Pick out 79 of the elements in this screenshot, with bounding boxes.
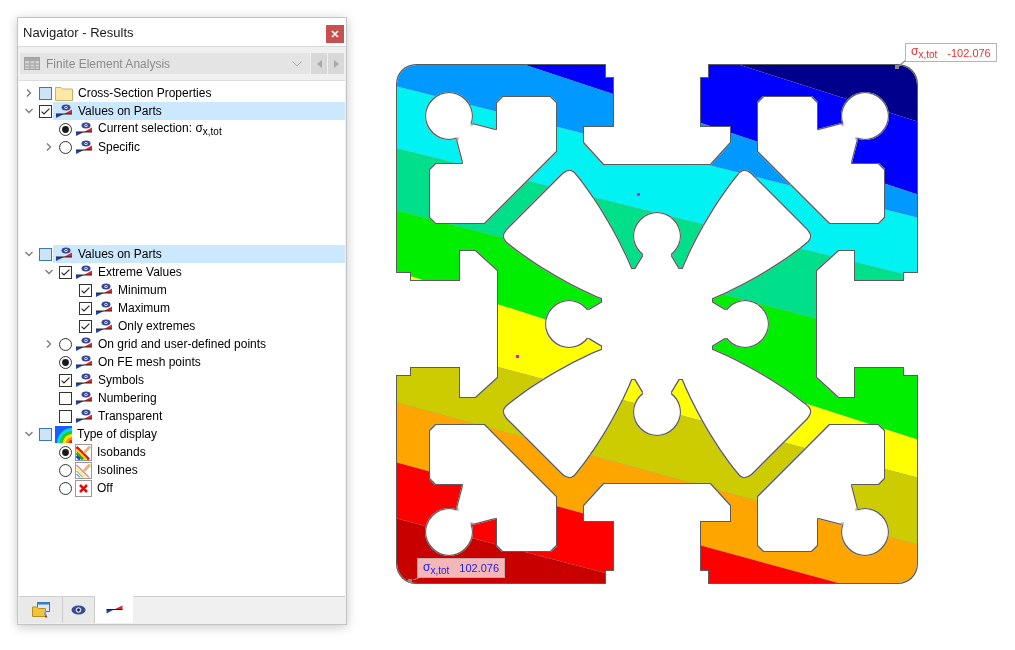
result-diagram-icon bbox=[105, 605, 123, 614]
checkbox[interactable] bbox=[38, 86, 52, 100]
result-diagram-icon bbox=[75, 354, 93, 370]
radio-button[interactable] bbox=[58, 122, 72, 136]
chevron-right-icon[interactable] bbox=[45, 340, 53, 348]
result-diagram-icon bbox=[55, 246, 73, 262]
radio-button[interactable] bbox=[58, 355, 72, 369]
tree-item[interactable]: Values on Parts bbox=[53, 102, 345, 120]
radio-button[interactable] bbox=[58, 445, 72, 459]
leader-line bbox=[895, 59, 907, 69]
result-diagram-icon bbox=[95, 282, 113, 298]
point-marker-icon bbox=[637, 193, 640, 196]
tree-item[interactable]: On FE mesh points bbox=[73, 353, 345, 371]
radio-button[interactable] bbox=[58, 481, 72, 495]
close-icon bbox=[331, 29, 339, 38]
chevron-down-icon[interactable] bbox=[25, 250, 33, 258]
chevron-right-icon[interactable] bbox=[25, 89, 33, 97]
result-diagram-icon bbox=[55, 103, 73, 119]
checkbox[interactable] bbox=[38, 247, 52, 261]
checkbox[interactable] bbox=[58, 373, 72, 387]
result-diagram-icon bbox=[75, 390, 93, 406]
result-value: 102.076 bbox=[459, 562, 500, 574]
checkbox[interactable] bbox=[58, 265, 72, 279]
triangle-right-icon bbox=[333, 59, 339, 68]
chevron-down-icon bbox=[292, 60, 302, 67]
tree-item[interactable]: Maximum bbox=[93, 299, 345, 317]
navigator-tab[interactable] bbox=[63, 597, 95, 623]
result-diagram-icon bbox=[75, 336, 93, 352]
chevron-right-icon[interactable] bbox=[45, 143, 53, 151]
tree-item[interactable]: Current selection: σ$_{x,tot}$ bbox=[73, 120, 345, 138]
navigator-tab[interactable] bbox=[95, 596, 133, 623]
checkbox[interactable] bbox=[78, 283, 92, 297]
radio-button[interactable] bbox=[58, 337, 72, 351]
tree-item[interactable]: Minimum bbox=[93, 281, 345, 299]
window-title: Navigator - Results bbox=[23, 24, 134, 40]
result-diagram-icon bbox=[75, 264, 93, 280]
result-diagram-icon bbox=[75, 139, 93, 155]
bands-pencil-icon bbox=[75, 443, 92, 461]
tree-item[interactable]: Specific bbox=[73, 138, 345, 156]
tree-item[interactable]: On grid and user-defined points bbox=[73, 335, 345, 353]
checkbox[interactable] bbox=[58, 391, 72, 405]
checkbox[interactable] bbox=[78, 319, 92, 333]
point-marker-icon bbox=[516, 355, 519, 358]
eye-icon bbox=[71, 605, 86, 615]
checkbox[interactable] bbox=[38, 427, 52, 441]
tree-item[interactable]: Values on Parts bbox=[53, 245, 345, 263]
tree-item[interactable]: Numbering bbox=[73, 389, 345, 407]
chevron-down-icon[interactable] bbox=[25, 430, 33, 438]
result-symbol: σ$_{x,tot}$ bbox=[911, 44, 938, 61]
checkbox[interactable] bbox=[38, 104, 52, 118]
tree-item[interactable]: Only extremes bbox=[93, 317, 345, 335]
checkbox[interactable] bbox=[58, 409, 72, 423]
lines-pencil-icon bbox=[75, 461, 92, 479]
tree-item[interactable]: Off bbox=[73, 479, 345, 497]
tree-item[interactable]: Isobands bbox=[73, 443, 345, 461]
result-diagram-icon bbox=[95, 318, 113, 334]
close-button[interactable] bbox=[326, 24, 344, 43]
result-diagram-icon bbox=[95, 300, 113, 316]
grid-icon bbox=[24, 57, 40, 70]
tree-item[interactable]: Extreme Values bbox=[73, 263, 345, 281]
cross-icon bbox=[75, 479, 92, 497]
radio-button[interactable] bbox=[58, 463, 72, 477]
radio-button[interactable] bbox=[58, 140, 72, 154]
tree-item[interactable]: Symbols bbox=[73, 371, 345, 389]
tree-item[interactable]: Isolines bbox=[73, 461, 345, 479]
contour-icon bbox=[55, 425, 72, 443]
chevron-down-icon[interactable] bbox=[25, 107, 33, 115]
tree-item[interactable]: Cross-Section Properties bbox=[53, 84, 345, 102]
folder-window-icon bbox=[31, 602, 50, 618]
tree-item[interactable]: Transparent bbox=[73, 407, 345, 425]
triangle-left-icon bbox=[316, 59, 322, 68]
result-diagram-icon bbox=[75, 121, 93, 137]
navigator-tab[interactable] bbox=[19, 597, 63, 623]
result-symbol: σ$_{x,tot}$ bbox=[423, 559, 450, 577]
result-diagram-icon bbox=[75, 408, 93, 424]
result-value: -102.076 bbox=[947, 46, 991, 59]
result-diagram-icon bbox=[75, 372, 93, 388]
checkbox[interactable] bbox=[78, 301, 92, 315]
chevron-down-icon[interactable] bbox=[45, 268, 53, 276]
